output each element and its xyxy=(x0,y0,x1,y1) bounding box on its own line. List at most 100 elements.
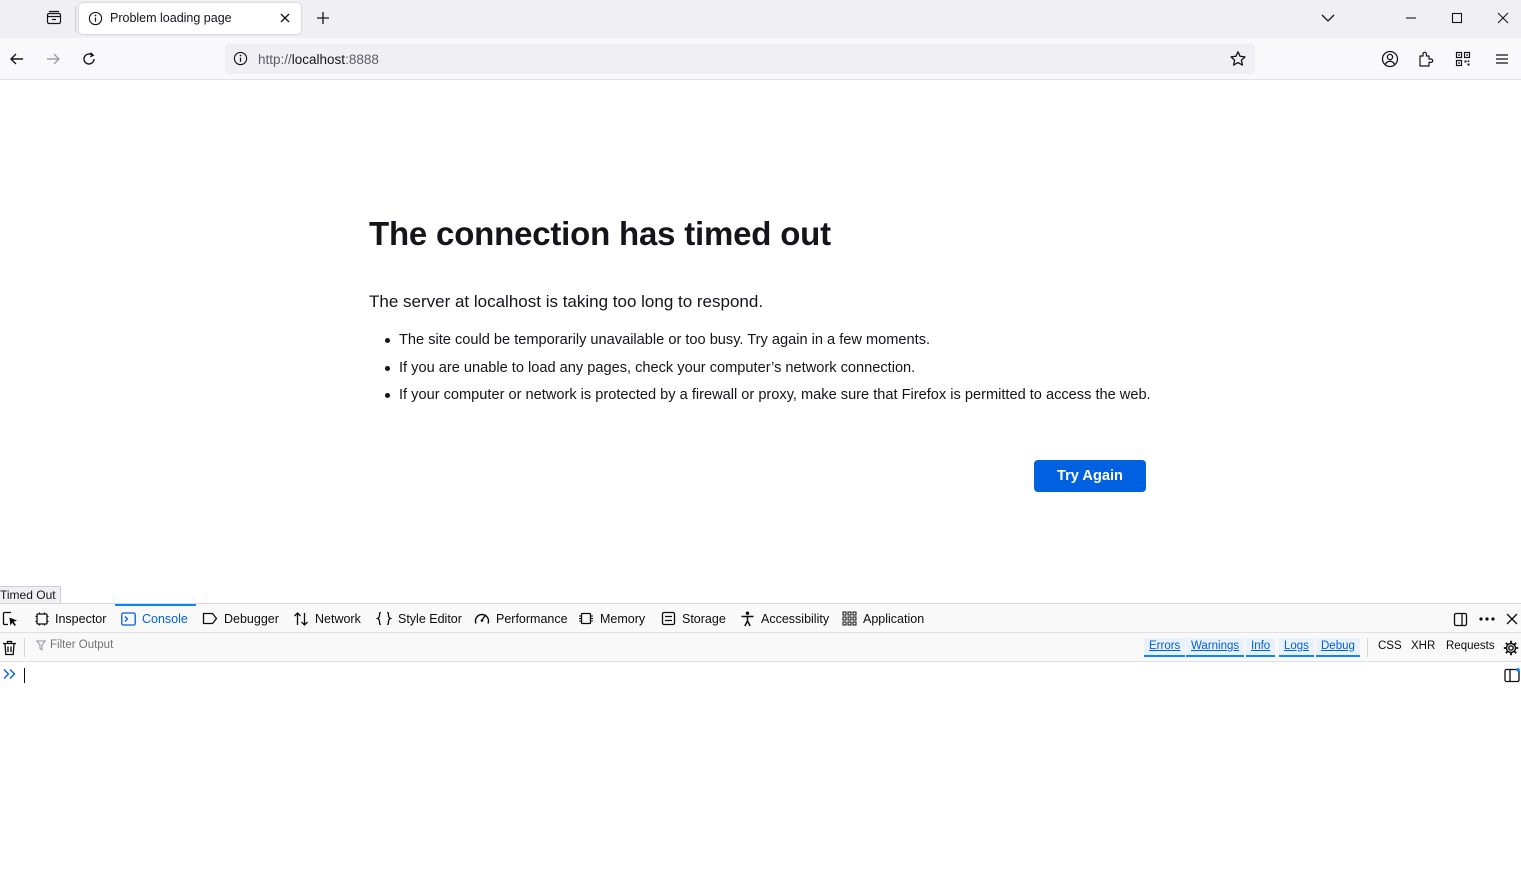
filter-errors-button[interactable]: Errors xyxy=(1144,638,1186,657)
tab-label: Memory xyxy=(600,611,646,626)
toolbar-separator xyxy=(24,638,25,657)
error-page: The connection has timed out The server … xyxy=(0,80,1521,586)
suggestion-item: If you are unable to load any pages, che… xyxy=(369,358,1159,378)
element-picker-button[interactable] xyxy=(0,610,20,628)
filter-warnings-button[interactable]: Warnings xyxy=(1186,638,1245,657)
console-input[interactable] xyxy=(24,668,25,683)
account-icon xyxy=(1381,50,1399,68)
filter-xhr-button[interactable]: XHR xyxy=(1411,640,1435,652)
error-description: The server at localhost is taking too lo… xyxy=(369,292,764,311)
element-picker-icon xyxy=(2,611,17,626)
reload-icon xyxy=(83,52,95,65)
maximize-icon xyxy=(1451,12,1463,24)
dock-side-button[interactable] xyxy=(1450,610,1470,628)
more-options-button[interactable] xyxy=(1477,610,1497,628)
bullet xyxy=(385,365,390,371)
inspector-icon xyxy=(35,612,49,625)
tab-accessibility[interactable]: Accessibility xyxy=(740,604,829,633)
url-port: :8888 xyxy=(345,52,379,67)
plus-icon xyxy=(317,12,329,24)
url-bar[interactable]: http://localhost:8888 xyxy=(225,44,1255,74)
filter-css-button[interactable]: CSS xyxy=(1378,640,1402,652)
hamburger-menu-icon xyxy=(1496,54,1508,64)
dock-icon xyxy=(1453,612,1467,626)
style-editor-icon xyxy=(376,611,392,626)
tab-storage[interactable]: Storage xyxy=(661,604,726,633)
tab-label: Application xyxy=(863,611,925,626)
accessibility-icon xyxy=(741,611,754,626)
tab-problem-loading[interactable]: Problem loading page xyxy=(79,3,301,34)
console-icon xyxy=(121,611,136,626)
filter-logs-button[interactable]: Logs xyxy=(1279,638,1314,657)
filter-output-input[interactable]: Filter Output xyxy=(36,639,113,651)
editor-mode-toggle-icon[interactable] xyxy=(1504,668,1520,683)
filter-info-button[interactable]: Info xyxy=(1246,638,1276,657)
tab-debugger[interactable]: Debugger xyxy=(202,604,279,633)
puzzle-icon xyxy=(1419,51,1434,67)
console-toolbar: Filter Output Errors Warnings Info Logs … xyxy=(0,633,1521,662)
close-window-button[interactable] xyxy=(1489,6,1517,30)
error-suggestions: The site could be temporarily unavailabl… xyxy=(369,330,1159,413)
tab-network[interactable]: Network xyxy=(293,604,361,633)
close-icon xyxy=(1506,613,1518,625)
suggestion-text: If your computer or network is protected… xyxy=(399,387,1151,403)
account-button[interactable] xyxy=(1378,47,1402,71)
close-icon xyxy=(1497,12,1509,24)
tab-label: Performance xyxy=(496,611,568,626)
back-button[interactable] xyxy=(5,47,29,71)
tab-label: Inspector xyxy=(55,611,107,626)
trash-icon xyxy=(3,640,16,656)
tab-inspector[interactable]: Inspector xyxy=(35,604,106,633)
minimize-button[interactable] xyxy=(1397,6,1425,30)
qr-code-icon xyxy=(1455,51,1471,67)
tab-label: Accessibility xyxy=(761,611,830,626)
site-info-icon[interactable] xyxy=(233,51,248,66)
bullet xyxy=(385,393,390,398)
suggestion-text: If you are unable to load any pages, che… xyxy=(399,359,916,376)
tab-label: Console xyxy=(142,611,188,626)
filter-placeholder: Filter Output xyxy=(50,639,114,651)
tab-style-editor[interactable]: Style Editor xyxy=(376,604,462,633)
ellipsis-icon xyxy=(1479,617,1495,621)
firefox-view-button[interactable] xyxy=(41,6,67,30)
reload-button[interactable] xyxy=(77,47,101,71)
console-settings-button[interactable] xyxy=(1503,640,1519,656)
new-tab-button[interactable] xyxy=(312,7,334,29)
firefox-view-icon xyxy=(46,10,62,25)
debugger-icon xyxy=(202,612,218,625)
url-text[interactable]: http://localhost:8888 xyxy=(258,52,379,67)
minimize-icon xyxy=(1406,17,1416,19)
app-menu-button[interactable] xyxy=(1490,47,1514,71)
application-icon xyxy=(842,611,857,626)
maximize-button[interactable] xyxy=(1443,6,1471,30)
info-icon xyxy=(88,11,103,26)
memory-icon xyxy=(579,612,593,625)
toolbar-separator xyxy=(1367,638,1368,657)
navigation-bar: http://localhost:8888 xyxy=(0,38,1521,80)
forward-button[interactable] xyxy=(41,47,65,71)
qr-code-button[interactable] xyxy=(1451,47,1475,71)
extensions-button[interactable] xyxy=(1414,47,1438,71)
chevron-down-icon xyxy=(1321,14,1335,22)
filter-icon xyxy=(36,640,46,651)
close-devtools-button[interactable] xyxy=(1502,610,1521,628)
tab-label: Style Editor xyxy=(398,611,462,626)
filter-debug-button[interactable]: Debug xyxy=(1316,638,1360,657)
console-prompt-icon xyxy=(3,668,17,680)
list-all-tabs-button[interactable] xyxy=(1314,6,1342,30)
network-icon xyxy=(294,611,308,626)
tab-memory[interactable]: Memory xyxy=(578,604,645,633)
arrow-right-icon xyxy=(47,53,60,65)
tab-application[interactable]: Application xyxy=(842,604,924,633)
close-tab-icon[interactable] xyxy=(277,10,293,26)
tab-title: Problem loading page xyxy=(110,11,232,25)
bookmark-star-icon[interactable] xyxy=(1229,50,1247,68)
filter-requests-button[interactable]: Requests xyxy=(1446,640,1495,652)
suggestion-text: The site could be temporarily unavailabl… xyxy=(399,332,931,348)
performance-icon xyxy=(474,613,490,624)
tab-label: Debugger xyxy=(224,611,279,626)
clear-console-button[interactable] xyxy=(2,640,17,656)
try-again-button[interactable]: Try Again xyxy=(1034,460,1146,492)
tab-console[interactable]: Console xyxy=(115,604,196,633)
tab-performance[interactable]: Performance xyxy=(474,604,568,633)
